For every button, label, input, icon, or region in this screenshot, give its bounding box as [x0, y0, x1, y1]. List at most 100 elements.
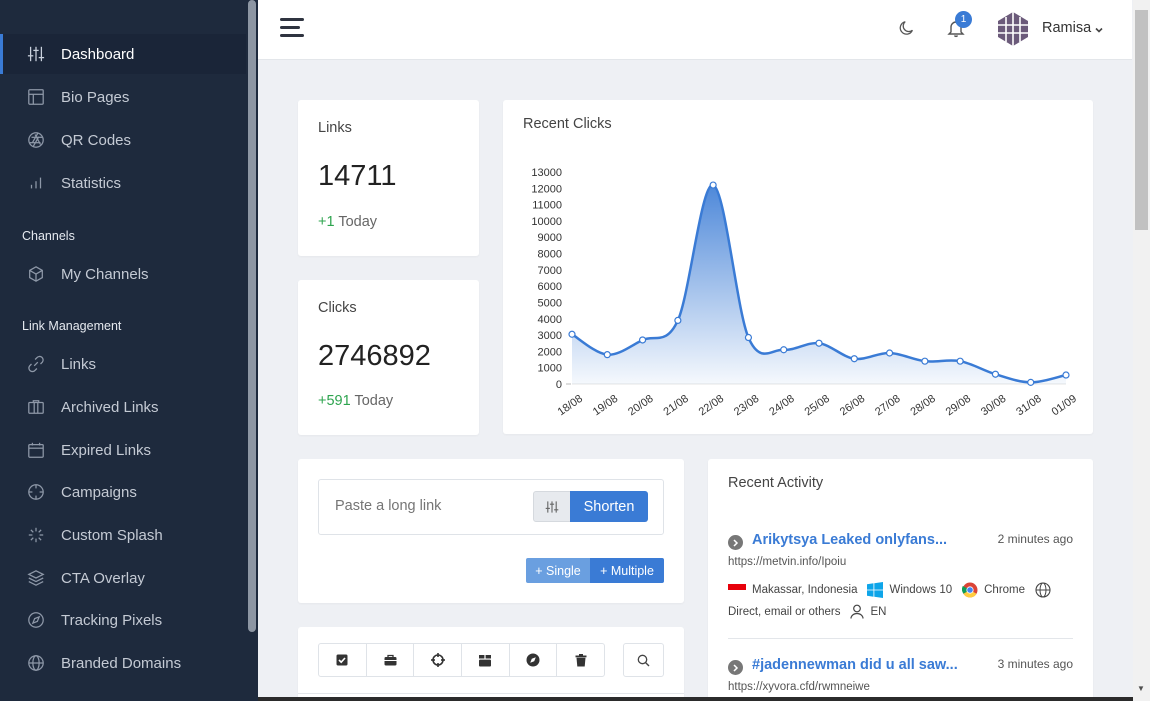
- indonesia-flag-icon: [728, 584, 746, 596]
- sidebar-item-bio-pages[interactable]: Bio Pages: [0, 77, 246, 117]
- sidebar-item-label: QR Codes: [61, 131, 132, 149]
- shorten-form: Shorten: [318, 479, 664, 535]
- activity-url[interactable]: https://xyvora.cfd/rwmneiwe: [728, 681, 870, 693]
- shorten-button[interactable]: Shorten: [570, 491, 648, 522]
- single-mode-button[interactable]: + Single: [526, 558, 590, 583]
- multiple-mode-button[interactable]: + Multiple: [590, 558, 664, 583]
- sidebar-item-statistics[interactable]: Statistics: [0, 163, 246, 203]
- sidebar: Dashboard Bio Pages QR Codes Statistics …: [0, 0, 258, 701]
- chevron-right-icon: [728, 535, 743, 550]
- x-tick-label: 22/08: [697, 393, 726, 419]
- activity-location: Makassar, Indonesia: [728, 584, 857, 596]
- y-tick-label: 1000: [538, 363, 562, 375]
- avatar[interactable]: [993, 9, 1033, 49]
- chevron-down-icon[interactable]: [1094, 22, 1104, 40]
- link-options-button[interactable]: [533, 491, 571, 522]
- username[interactable]: Ramisa: [1042, 20, 1091, 36]
- activity-os: Windows 10: [867, 582, 952, 598]
- sidebar-item-links[interactable]: Links: [0, 344, 246, 384]
- activity-link-title[interactable]: #jadennewman did u all saw...: [752, 657, 958, 673]
- stat-value: 2746892: [318, 340, 431, 372]
- sidebar-item-expired-links[interactable]: Expired Links: [0, 430, 246, 470]
- y-tick-label: 9000: [538, 232, 562, 244]
- compass-icon: [26, 610, 46, 630]
- sidebar-item-cta-overlay[interactable]: CTA Overlay: [0, 558, 246, 598]
- sidebar-item-qr-codes[interactable]: QR Codes: [0, 120, 246, 160]
- stat-label: Clicks: [318, 300, 357, 316]
- x-tick-label: 24/08: [767, 393, 796, 419]
- sidebar-heading-link-management: Link Management: [22, 319, 122, 333]
- long-link-input[interactable]: [335, 498, 525, 514]
- sidebar-item-tracking-pixels[interactable]: Tracking Pixels: [0, 600, 246, 640]
- select-all-button[interactable]: [319, 644, 367, 676]
- data-point: [603, 351, 611, 359]
- page-scrollbar-thumb[interactable]: [1135, 10, 1148, 230]
- data-point: [991, 370, 1000, 378]
- stat-delta: +1 Today: [318, 214, 377, 230]
- archive-button[interactable]: [367, 644, 415, 676]
- sidebar-scrollbar[interactable]: [248, 0, 256, 632]
- sidebar-item-my-channels[interactable]: My Channels: [0, 254, 246, 294]
- stat-label: Links: [318, 120, 352, 136]
- language-text: EN: [870, 605, 887, 618]
- data-point: [674, 316, 682, 324]
- sidebar-heading-channels: Channels: [22, 229, 75, 243]
- activity-url[interactable]: https://metvin.info/Ipoiu: [728, 556, 846, 568]
- data-point: [744, 333, 753, 342]
- sidebar-item-custom-splash[interactable]: Custom Splash: [0, 515, 246, 555]
- search-button[interactable]: [623, 643, 664, 677]
- activity-browser: Chrome: [962, 582, 1025, 598]
- sidebar-item-campaigns[interactable]: Campaigns: [0, 472, 246, 512]
- clicks-stat-card: Clicks 2746892 +591 Today: [298, 280, 479, 435]
- moon-icon[interactable]: [898, 19, 916, 42]
- shorten-card: Shorten + Single + Multiple: [298, 459, 684, 603]
- sliders-icon: [545, 500, 559, 513]
- divider: [298, 693, 684, 694]
- check-square-icon: [336, 654, 348, 666]
- layout-icon: [26, 87, 46, 107]
- y-tick-label: 5000: [538, 297, 562, 309]
- compass-icon: [526, 653, 540, 667]
- sidebar-item-label: Links: [61, 355, 97, 373]
- sidebar-item-archived-links[interactable]: Archived Links: [0, 387, 246, 427]
- channel-button[interactable]: [462, 644, 510, 676]
- campaign-button[interactable]: [414, 644, 463, 676]
- layers-icon: [26, 568, 46, 588]
- search-icon: [637, 654, 650, 666]
- trash-icon: [575, 653, 587, 666]
- delete-button[interactable]: [557, 644, 604, 676]
- stat-value: 14711: [318, 160, 397, 192]
- calendar-icon: [26, 440, 46, 460]
- y-tick-label: 12000: [531, 183, 562, 195]
- divider: [728, 638, 1073, 639]
- y-tick-label: 2000: [538, 346, 562, 358]
- sidebar-item-label: Dashboard: [61, 45, 135, 63]
- activity-meta-2: Direct, email or others EN: [728, 604, 896, 619]
- pixel-button[interactable]: [510, 644, 558, 676]
- recent-activity-card: Recent Activity Arikytsya Leaked onlyfan…: [708, 459, 1093, 701]
- x-tick-label: 21/08: [661, 393, 690, 419]
- x-tick-label: 26/08: [838, 393, 867, 419]
- data-point: [956, 357, 964, 365]
- sidebar-item-label: Tracking Pixels: [61, 611, 163, 629]
- aperture-icon: [26, 130, 46, 150]
- menu-toggle-icon[interactable]: [280, 18, 304, 38]
- data-point: [709, 181, 717, 189]
- activity-link-title[interactable]: Arikytsya Leaked onlyfans...: [752, 532, 947, 548]
- location-text: Makassar, Indonesia: [752, 584, 858, 596]
- links-toolbar-card: [298, 627, 684, 701]
- user-icon: [850, 604, 865, 619]
- scroll-down-arrow-icon[interactable]: ▼: [1137, 684, 1145, 693]
- activity-globe: [1035, 582, 1057, 598]
- y-tick-label: 8000: [538, 249, 562, 261]
- data-point: [1027, 378, 1035, 386]
- x-tick-label: 19/08: [591, 393, 620, 419]
- data-point: [780, 346, 788, 354]
- sidebar-item-dashboard[interactable]: Dashboard: [0, 34, 246, 74]
- briefcase-icon: [384, 654, 396, 666]
- os-text: Windows 10: [889, 584, 953, 596]
- sidebar-item-label: Statistics: [61, 174, 122, 192]
- sidebar-item-branded-domains[interactable]: Branded Domains: [0, 643, 246, 683]
- stat-delta-suffix: Today: [354, 393, 394, 409]
- chrome-icon: [962, 582, 978, 598]
